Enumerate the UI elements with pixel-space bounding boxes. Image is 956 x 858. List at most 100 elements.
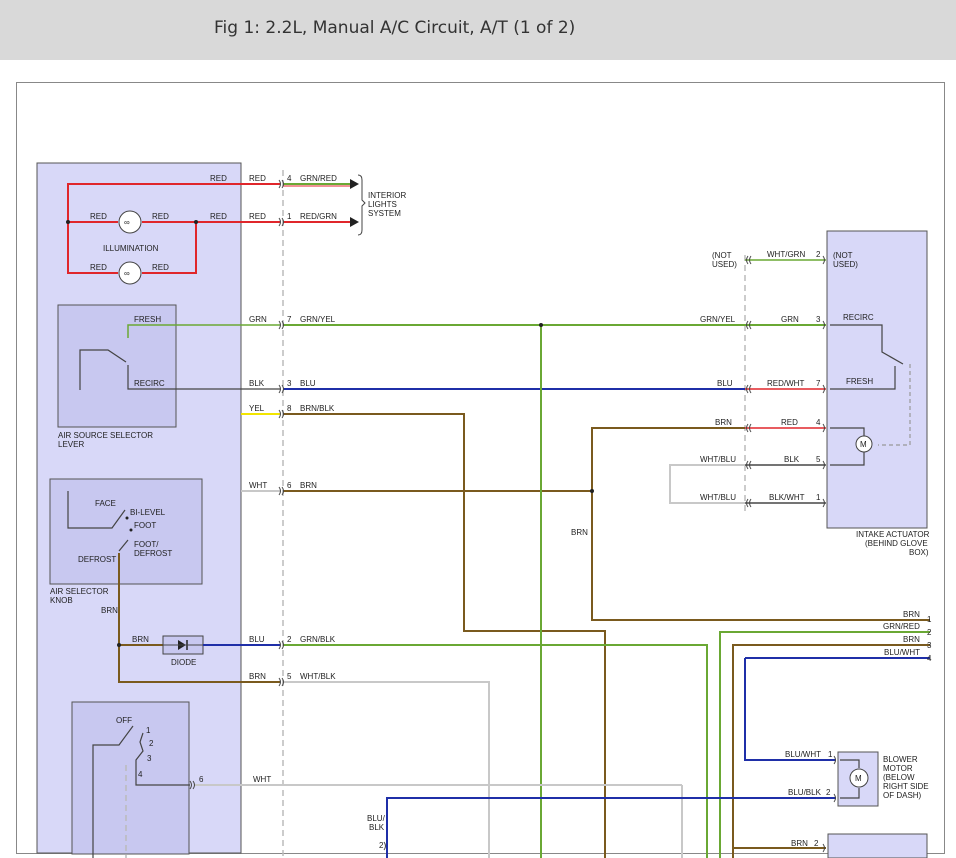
wire-grn-red-right: [719, 631, 930, 858]
fresh-label: FRESH: [134, 315, 161, 324]
wire-label: RED: [210, 174, 227, 183]
wire-label: GRN/YEL: [700, 315, 736, 324]
illumination-bulb-1: [118, 210, 142, 234]
junction-dot: [66, 220, 70, 224]
wire-label: YEL: [249, 404, 265, 413]
pos-2-label: 2: [149, 739, 154, 748]
junction-dot: [539, 323, 543, 327]
pin-number: 1: [828, 750, 833, 759]
pin-number: 2: [287, 635, 292, 644]
wire-label: BRN/BLK: [300, 404, 335, 413]
blower-motor-glyph: M: [855, 774, 862, 783]
pos-4-label: 4: [138, 770, 143, 779]
wire-label: RED: [249, 174, 266, 183]
wire-label: BLU/BLK: [788, 788, 822, 797]
wire-label: BLU: [717, 379, 733, 388]
illumination-label: ILLUMINATION: [103, 244, 159, 253]
wire-label: GRN/BLK: [300, 635, 336, 644]
wire-label: GRN/YEL: [300, 315, 336, 324]
intake-actuator-label: (BEHIND GLOVE: [865, 539, 928, 548]
wire-label: WHT/BLU: [700, 493, 736, 502]
pin-number: 5: [816, 455, 821, 464]
wire-label: RED: [152, 263, 169, 272]
wire-label: BRN: [903, 610, 920, 619]
wire-label: RED: [781, 418, 798, 427]
wire-label: BLU: [300, 379, 316, 388]
pin-number: 1: [927, 615, 932, 624]
air-selector-knob-box: [49, 478, 203, 585]
intake-actuator-label: BOX): [909, 548, 929, 557]
foot-defrost-label: FOOT/: [134, 540, 159, 549]
pin-number: 1: [816, 493, 821, 502]
pin-number: 2: [927, 628, 932, 637]
actuator-motor-glyph: M: [860, 440, 867, 449]
not-used-right: (NOT: [833, 251, 853, 260]
defrost-label: DEFROST: [78, 555, 116, 564]
pin-number: 2: [816, 250, 821, 259]
bottom-right-box: [827, 833, 928, 858]
air-selector-knob-label: KNOB: [50, 596, 73, 605]
pin-number: 3: [927, 641, 932, 650]
wire-label: WHT/BLU: [700, 455, 736, 464]
wire-label: BLK: [369, 823, 385, 832]
interior-lights-label: INTERIOR: [368, 191, 406, 200]
pin-number: 7: [287, 315, 292, 324]
connector-c2-crimps: [383, 255, 836, 853]
pin-number: 6: [199, 775, 204, 784]
wire-label: BRN: [571, 528, 588, 537]
interior-lights-label: SYSTEM: [368, 209, 401, 218]
arrow-icon: [350, 217, 359, 227]
air-source-lever-label: AIR SOURCE SELECTOR: [58, 431, 153, 440]
foot-defrost-label: DEFROST: [134, 549, 172, 558]
interior-lights-label: LIGHTS: [368, 200, 397, 209]
intake-actuator-box: [826, 230, 928, 529]
face-label: FACE: [95, 499, 116, 508]
diode-label: DIODE: [171, 658, 196, 667]
junction-dot: [117, 643, 121, 647]
pin-number: 1: [287, 212, 292, 221]
junction-dot: [194, 220, 198, 224]
wire-label: BRN: [300, 481, 317, 490]
junction-dot: [590, 489, 594, 493]
air-selector-knob-label: AIR SELECTOR: [50, 587, 109, 596]
wire-label: BLU/: [367, 814, 386, 823]
wire-label: BLK: [249, 379, 265, 388]
actuator-fresh-label: FRESH: [846, 377, 873, 386]
wire-label: WHT/GRN: [767, 250, 805, 259]
off-label: OFF: [116, 716, 132, 725]
contact-dot: [129, 528, 133, 532]
wire-label: GRN/RED: [883, 622, 920, 631]
wire-label: RED: [152, 212, 169, 221]
wire-label: BRN: [101, 606, 118, 615]
pin-number: 4: [927, 654, 932, 663]
air-source-lever-label: LEVER: [58, 440, 84, 449]
pin-number: 3: [287, 379, 292, 388]
wire-label: BLK: [784, 455, 800, 464]
wire-label: BRN: [132, 635, 149, 644]
wire-label: RED: [90, 212, 107, 221]
pin-number: 6: [287, 481, 292, 490]
wire-label: WHT: [249, 481, 267, 490]
bulb-1-glyph: ∞: [124, 218, 130, 227]
pin-number: 7: [816, 379, 821, 388]
not-used-left: (NOT: [712, 251, 732, 260]
wire-label: BRN: [249, 672, 266, 681]
wiring-diagram: ∞ ∞ RED RED RED RED RED RED ILLUMINATION…: [36, 162, 932, 858]
pin-number: 2: [814, 839, 819, 848]
pos-3-label: 3: [147, 754, 152, 763]
wire-label: RED: [90, 263, 107, 272]
wire-label: RED: [210, 212, 227, 221]
wire-label: BRN: [903, 635, 920, 644]
intake-actuator-label: INTAKE ACTUATOR: [856, 530, 930, 539]
interior-lights-bracket: [357, 174, 366, 236]
wire-label: WHT: [253, 775, 271, 784]
wire-blu-wht-blower: [744, 658, 836, 761]
blower-motor-label: MOTOR: [883, 764, 913, 773]
illumination-bulb-2: [118, 261, 142, 285]
pin-number: 4: [816, 418, 821, 427]
wire-label: BLK/WHT: [769, 493, 805, 502]
pin-number: 5: [287, 672, 292, 681]
contact-dot: [125, 516, 129, 520]
bulb-2-glyph: ∞: [124, 269, 130, 278]
pin-number: 8: [287, 404, 292, 413]
